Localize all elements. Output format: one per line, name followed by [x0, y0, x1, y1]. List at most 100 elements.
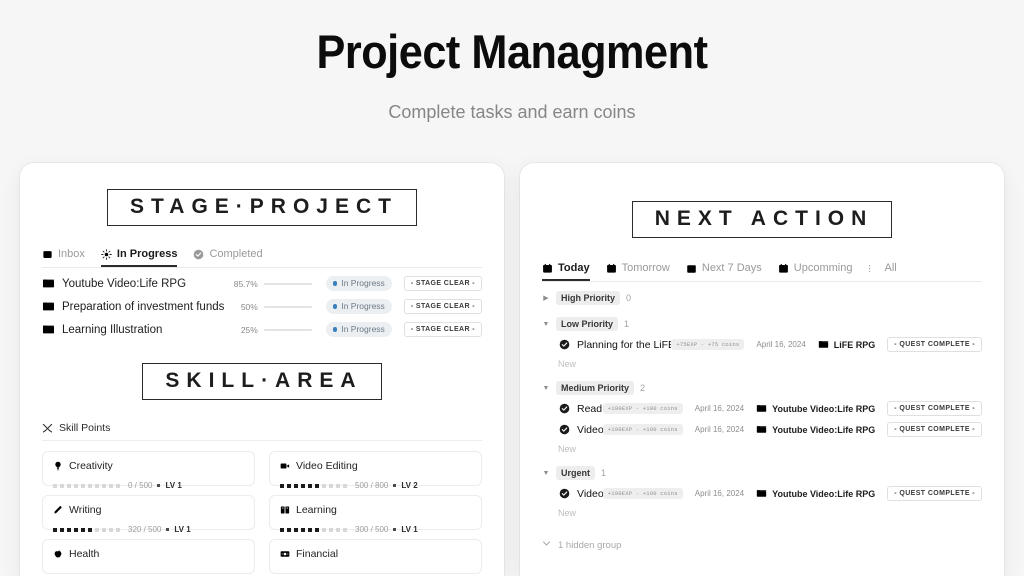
- task-row[interactable]: Video Script+100EXP · +100 coins April 16…: [542, 419, 982, 440]
- check-circle-icon[interactable]: [559, 424, 570, 435]
- skill-meter: 320 / 500 LV 1: [53, 525, 244, 534]
- tab-all[interactable]: All: [868, 262, 897, 281]
- task-project-label: LiFE RPG: [833, 339, 876, 350]
- task-row[interactable]: Read Actionable Gamification+100EXP · +1…: [542, 398, 982, 419]
- skill-card[interactable]: Financial: [269, 539, 482, 575]
- skill-pip: [116, 527, 120, 532]
- skill-card[interactable]: Learning 300 / 500 LV 1: [269, 495, 482, 534]
- skill-card[interactable]: Writing 320 / 500 LV 1: [42, 495, 255, 534]
- task-project[interactable]: LiFE RPG: [818, 339, 876, 350]
- task-group: ▼ Low Priority 1 Planning for the LiFE RPG …: [542, 314, 982, 372]
- skill-values: 0 / 500: [128, 481, 153, 491]
- skill-separator: [393, 528, 397, 532]
- task-group-header[interactable]: ▼ Low Priority 1: [542, 314, 982, 334]
- task-project[interactable]: Youtube Video:Life RPG: [756, 424, 875, 435]
- skill-pip: [116, 483, 120, 488]
- task-group-header[interactable]: ▼ Urgent 1: [542, 463, 982, 483]
- skill-pip: [95, 527, 99, 532]
- skill-pip: [329, 483, 333, 488]
- next-action-tabs: Today Tomorrow Next 7 Days Upcomming All: [542, 262, 982, 283]
- skill-meter: 500 / 800 LV 2: [280, 481, 471, 490]
- calendar-icon: [606, 263, 617, 274]
- task-group-header[interactable]: ▶ High Priority 0: [542, 288, 982, 308]
- crossed-swords-icon: [42, 423, 53, 434]
- caret-down-icon[interactable]: ▼: [542, 470, 550, 477]
- project-progress-bar: [263, 328, 312, 331]
- caret-down-icon[interactable]: ▼: [542, 321, 550, 328]
- next-action-panel: NEXT ACTION Today Tomorrow Next 7 Days Upco…: [520, 163, 1004, 576]
- skill-pip: [336, 527, 340, 532]
- group-label: Low Priority: [556, 317, 619, 331]
- skill-pip: [60, 483, 64, 488]
- skill-pip: [336, 483, 340, 488]
- tab-upcomming[interactable]: Upcomming: [778, 262, 852, 281]
- stage-clear-button[interactable]: - STAGE CLEAR -: [403, 322, 482, 338]
- task-project[interactable]: Youtube Video:Life RPG: [756, 403, 875, 414]
- skill-separator: [166, 528, 170, 532]
- add-new-task-button[interactable]: New: [542, 355, 982, 372]
- task-group: ▶ High Priority 0: [542, 288, 982, 308]
- skill-pip: [102, 527, 106, 532]
- skill-pip: [308, 527, 312, 532]
- list-icon: [868, 263, 879, 274]
- tab-completed[interactable]: Completed: [193, 248, 263, 267]
- plus-icon: [544, 359, 553, 368]
- task-row[interactable]: Video Editing+100EXP · +100 coins April 1…: [542, 483, 982, 504]
- tab-label: All: [884, 262, 897, 275]
- quest-complete-button[interactable]: - QUEST COMPLETE -: [887, 486, 982, 502]
- skill-separator: [393, 484, 397, 488]
- skill-level: LV 1: [174, 525, 191, 535]
- skill-pip: [322, 483, 326, 488]
- skill-pip: [109, 527, 113, 532]
- stage-clear-button[interactable]: - STAGE CLEAR -: [403, 276, 482, 292]
- tab-tomorrow[interactable]: Tomorrow: [606, 262, 670, 281]
- skill-pip: [294, 527, 298, 532]
- tab-inbox[interactable]: Inbox: [42, 248, 85, 267]
- stage-project-tabs: Inbox In Progress Completed: [42, 248, 482, 269]
- folder-icon: [756, 424, 767, 435]
- caret-down-icon[interactable]: ▼: [542, 385, 550, 392]
- tab-in-progress[interactable]: In Progress: [100, 248, 178, 268]
- check-circle-icon[interactable]: [559, 488, 570, 499]
- add-new-task-button[interactable]: New: [542, 504, 982, 521]
- hidden-group-toggle[interactable]: 1 hidden group: [542, 539, 982, 551]
- quest-complete-button[interactable]: - QUEST COMPLETE -: [887, 337, 982, 353]
- skill-area-heading-wrap: SKILL·AREA: [42, 341, 482, 401]
- skill-pip: [60, 527, 64, 532]
- project-row[interactable]: Preparation of investment funds 50% In Pro…: [42, 295, 482, 318]
- status-label: In Progress: [341, 278, 385, 289]
- plus-icon: [544, 508, 553, 517]
- skill-points-header: Skill Points: [42, 422, 482, 442]
- skill-card[interactable]: Creativity 0 / 500 LV 1: [42, 451, 255, 490]
- quest-complete-button[interactable]: - QUEST COMPLETE -: [887, 422, 982, 438]
- project-row[interactable]: Youtube Video:Life RPG 85.7% In Progress - …: [42, 272, 482, 295]
- skill-separator: [157, 484, 161, 488]
- check-circle-icon[interactable]: [559, 339, 570, 350]
- task-group: ▼ Medium Priority 2 Read Actionable Gamific…: [542, 378, 982, 457]
- skill-meter: 300 / 500 LV 1: [280, 525, 471, 534]
- stage-clear-button[interactable]: - STAGE CLEAR -: [403, 299, 482, 315]
- apple-icon: [53, 549, 63, 559]
- task-row[interactable]: Planning for the LiFE RPG launch+75EXP ·…: [542, 334, 982, 355]
- caret-right-icon[interactable]: ▶: [542, 294, 550, 302]
- status-label: In Progress: [341, 301, 385, 312]
- panels-container: STAGE·PROJECT Inbox In Progress Completed …: [0, 163, 1024, 576]
- stage-project-heading-wrap: STAGE·PROJECT: [42, 163, 482, 227]
- tab-today[interactable]: Today: [542, 262, 590, 282]
- task-reward-badge: +100EXP · +100 coins: [602, 488, 683, 500]
- add-new-task-button[interactable]: New: [542, 440, 982, 457]
- skill-card[interactable]: Video Editing 500 / 800 LV 2: [269, 451, 482, 490]
- skill-name: Financial: [296, 548, 339, 561]
- check-circle-icon[interactable]: [559, 403, 570, 414]
- quest-complete-button[interactable]: - QUEST COMPLETE -: [887, 401, 982, 417]
- skill-pip: [308, 483, 312, 488]
- tab-next-7-days[interactable]: Next 7 Days: [686, 262, 762, 281]
- skill-name: Video Editing: [296, 460, 358, 473]
- tab-label: Inbox: [58, 248, 85, 261]
- skill-card[interactable]: Health: [42, 539, 255, 575]
- group-label: High Priority: [556, 291, 621, 305]
- task-project[interactable]: Youtube Video:Life RPG: [756, 488, 875, 499]
- task-reward-badge: +75EXP · +75 coins: [671, 339, 745, 351]
- project-row[interactable]: Learning Illustration 25% In Progress - STA…: [42, 318, 482, 341]
- task-group-header[interactable]: ▼ Medium Priority 2: [542, 378, 982, 398]
